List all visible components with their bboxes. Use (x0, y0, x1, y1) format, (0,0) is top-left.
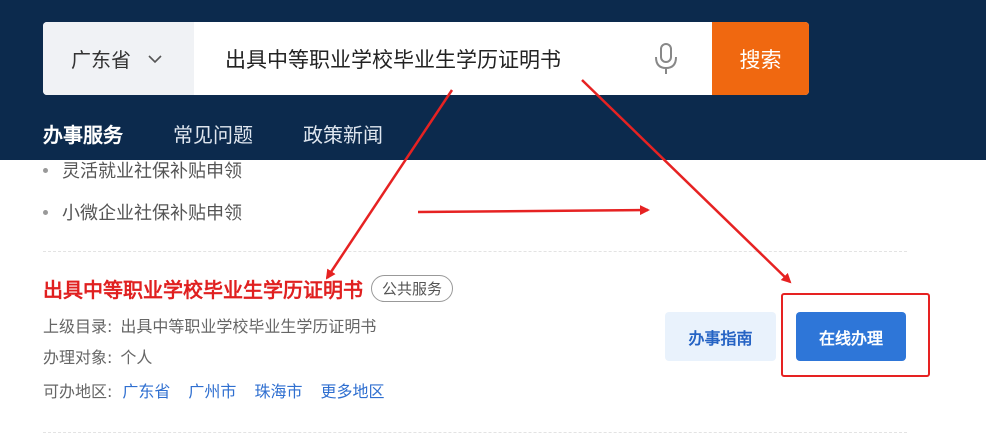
bullet-dot (43, 209, 48, 215)
bullet-dot (43, 167, 48, 173)
service-guide-button[interactable]: 办事指南 (665, 312, 776, 361)
available-regions: 可办地区: 广东省 广州市 珠海市 更多地区 (43, 379, 392, 401)
annotation-highlight-box (781, 293, 930, 377)
service-target-label: 办理对象: (43, 348, 113, 367)
search-input[interactable]: 出具中等职业学校毕业生学历证明书 (225, 22, 561, 95)
parent-catalog: 上级目录: 出具中等职业学校毕业生学历证明书 (43, 314, 376, 336)
tab-bar: 办事服务 常见问题 政策新闻 (43, 116, 433, 150)
microphone-icon[interactable] (651, 42, 681, 76)
arrow-annotation (417, 205, 650, 216)
available-regions-label: 可办地区: (43, 382, 113, 401)
service-target-value: 个人 (120, 348, 153, 367)
divider (43, 251, 907, 252)
result-title[interactable]: 出具中等职业学校毕业生学历证明书 (43, 274, 363, 303)
region-link-zhuhai[interactable]: 珠海市 (254, 378, 302, 402)
list-item-label: 灵活就业社保补贴申领 (62, 161, 242, 182)
list-item[interactable]: 灵活就业社保补贴申领 (43, 156, 242, 184)
region-link-guangzhou[interactable]: 广州市 (188, 378, 236, 402)
tab-services[interactable]: 办事服务 (43, 116, 123, 150)
chevron-down-icon (147, 51, 163, 67)
search-button[interactable]: 搜索 (712, 22, 809, 95)
result-title-row: 出具中等职业学校毕业生学历证明书 公共服务 (43, 274, 454, 303)
related-list: 灵活就业社保补贴申领 小微企业社保补贴申领 (43, 156, 242, 240)
tab-policy-news[interactable]: 政策新闻 (303, 116, 383, 150)
service-type-badge: 公共服务 (371, 275, 454, 302)
tab-faq[interactable]: 常见问题 (173, 116, 253, 150)
list-item-label: 小微企业社保补贴申领 (62, 203, 242, 224)
region-select[interactable]: 广东省 (43, 22, 194, 95)
parent-catalog-label: 上级目录: (43, 317, 113, 336)
search-box: 广东省 出具中等职业学校毕业生学历证明书 搜索 (43, 22, 809, 95)
region-label: 广东省 (71, 48, 131, 72)
header-bar: 广东省 出具中等职业学校毕业生学历证明书 搜索 办事服务 常见问题 政策新闻 (0, 0, 986, 160)
region-link-guangdong[interactable]: 广东省 (122, 378, 170, 402)
divider (43, 432, 907, 433)
region-link-more[interactable]: 更多地区 (320, 378, 384, 402)
service-target: 办理对象: 个人 (43, 345, 152, 367)
list-item[interactable]: 小微企业社保补贴申领 (43, 198, 242, 226)
parent-catalog-value: 出具中等职业学校毕业生学历证明书 (120, 317, 377, 336)
